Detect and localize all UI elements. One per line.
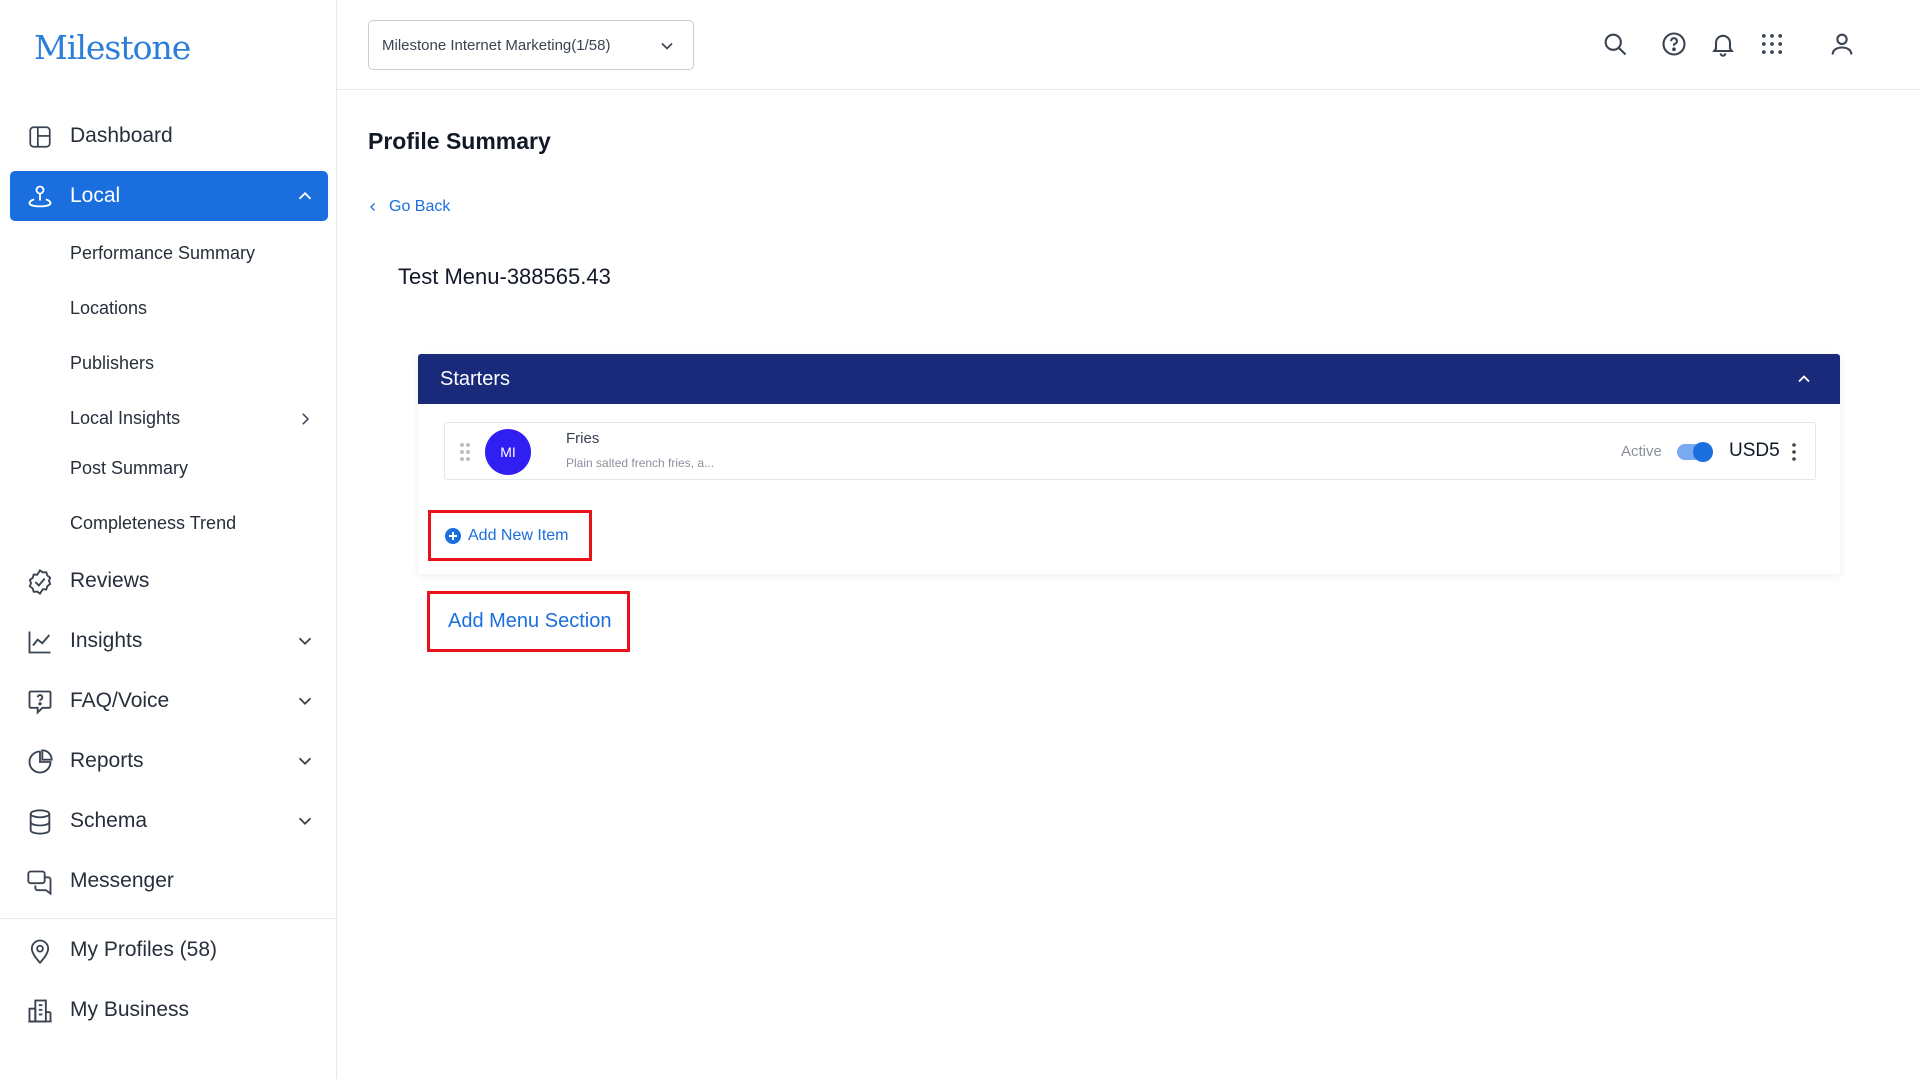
sidebar-item-reviews[interactable]: Reviews [10, 556, 328, 606]
chevron-down-icon [661, 42, 673, 50]
more-options-icon[interactable] [1791, 442, 1797, 462]
sidebar-item-label: Dashboard [70, 124, 173, 147]
dashboard-icon [26, 123, 54, 151]
go-back-link[interactable]: Go Back [367, 198, 450, 216]
sidebar-item-label: Local [70, 184, 121, 207]
sidebar-item-insights[interactable]: Insights [10, 616, 328, 666]
sidebar-item-label: Messenger [70, 869, 174, 892]
chevron-down-icon[interactable] [294, 750, 316, 772]
top-header: Milestone Internet Marketing(1/58) [337, 0, 1919, 90]
search-icon[interactable] [1601, 30, 1629, 58]
chevron-down-icon[interactable] [294, 690, 316, 712]
sidebar-item-reports[interactable]: Reports [10, 736, 328, 786]
sidebar-subitem-completeness-trend[interactable]: Completeness Trend [70, 513, 236, 534]
line-chart-icon [26, 628, 54, 656]
toggle-knob [1693, 442, 1713, 462]
add-menu-section-label: Add Menu Section [448, 610, 612, 632]
database-icon [26, 808, 54, 836]
apps-grid-icon[interactable] [1758, 30, 1786, 58]
sidebar-item-my-profiles[interactable]: My Profiles (58) [10, 925, 328, 975]
add-new-item-label: Add New Item [468, 526, 569, 544]
milestone-logo[interactable]: Milestone [34, 28, 191, 67]
menu-title: Test Menu-388565.43 [398, 264, 611, 289]
sidebar-subitem-publishers[interactable]: Publishers [70, 353, 154, 374]
pie-chart-icon [26, 748, 54, 776]
chat-bubbles-icon [26, 868, 54, 896]
chevron-down-icon[interactable] [294, 630, 316, 652]
item-status-label: Active [1621, 443, 1662, 460]
chevron-down-icon[interactable] [294, 810, 316, 832]
item-name: Fries [566, 430, 600, 447]
sidebar-item-faq-voice[interactable]: FAQ/Voice [10, 676, 328, 726]
organization-select-value: Milestone Internet Marketing(1/58) [382, 36, 611, 54]
organization-select[interactable]: Milestone Internet Marketing(1/58) [368, 20, 694, 70]
sidebar-item-label: Reviews [70, 569, 150, 592]
item-price: USD5 [1729, 440, 1780, 461]
add-menu-section-button[interactable]: Add Menu Section [427, 591, 630, 652]
user-icon[interactable] [1828, 30, 1856, 58]
drag-handle-icon[interactable] [458, 441, 472, 463]
question-chat-icon [26, 688, 54, 716]
add-new-item-button[interactable]: Add New Item [428, 510, 592, 561]
sidebar-subitem-post-summary[interactable]: Post Summary [70, 458, 188, 479]
item-avatar: MI [485, 429, 531, 475]
sidebar-subitem-performance-summary[interactable]: Performance Summary [70, 243, 255, 264]
item-description: Plain salted french fries, a... [566, 456, 715, 470]
sidebar-item-label: My Profiles (58) [70, 938, 218, 961]
sidebar-item-local[interactable]: Local [10, 171, 328, 221]
bell-icon[interactable] [1709, 30, 1737, 58]
sidebar-item-label: Reports [70, 749, 144, 772]
sidebar-item-label: FAQ/Voice [70, 689, 170, 712]
map-pin-icon [26, 937, 54, 965]
location-pin-icon [26, 183, 54, 211]
check-badge-icon [26, 568, 54, 596]
item-active-toggle[interactable] [1677, 442, 1713, 462]
menu-item-row[interactable]: MI Fries Plain salted french fries, a...… [444, 422, 1816, 480]
sidebar-divider [0, 918, 337, 919]
menu-section-header[interactable]: Starters [418, 354, 1840, 404]
sidebar-item-my-business[interactable]: My Business [10, 985, 328, 1035]
menu-section-title: Starters [440, 368, 511, 390]
sidebar: Milestone Dashboard Local Performance Su… [0, 0, 337, 1079]
help-icon[interactable] [1660, 30, 1688, 58]
sidebar-item-dashboard[interactable]: Dashboard [10, 111, 328, 161]
chevron-left-icon [370, 203, 375, 211]
sidebar-item-label: My Business [70, 998, 190, 1021]
sidebar-item-label: Insights [70, 629, 143, 652]
sidebar-subitem-locations[interactable]: Locations [70, 298, 147, 319]
sidebar-subitem-local-insights[interactable]: Local Insights [70, 408, 180, 429]
sidebar-item-schema[interactable]: Schema [10, 796, 328, 846]
menu-section-card: Starters MI Fries Plain salted french fr… [418, 354, 1840, 574]
building-icon [26, 997, 54, 1025]
chevron-right-icon[interactable] [296, 410, 314, 428]
sidebar-item-label: Schema [70, 809, 148, 832]
chevron-up-icon[interactable] [1794, 369, 1814, 389]
chevron-up-icon[interactable] [294, 185, 316, 207]
go-back-label: Go Back [389, 198, 451, 215]
sidebar-item-messenger[interactable]: Messenger [10, 856, 328, 906]
page-title: Profile Summary [368, 128, 551, 154]
plus-circle-icon [445, 527, 461, 544]
